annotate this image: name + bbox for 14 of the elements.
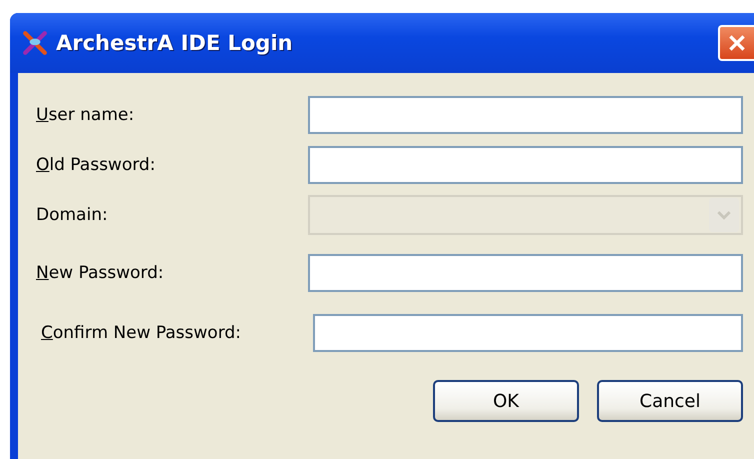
- text-field[interactable]: [308, 254, 743, 292]
- text-field[interactable]: [308, 96, 743, 134]
- field-label: Old Password:: [36, 155, 156, 175]
- field-label: New Password:: [36, 263, 165, 283]
- close-button[interactable]: [718, 25, 754, 61]
- window-title: ArchestrA IDE Login: [56, 31, 293, 55]
- field-label: Domain:: [36, 205, 109, 225]
- text-field[interactable]: [313, 314, 743, 352]
- app-logo-icon: [22, 30, 48, 56]
- field-label: Confirm New Password:: [40, 323, 242, 343]
- field-label: User name:: [36, 105, 136, 125]
- text-field[interactable]: [308, 146, 743, 184]
- dialog-button[interactable]: OK: [433, 380, 579, 422]
- dialog-button[interactable]: Cancel: [597, 380, 743, 422]
